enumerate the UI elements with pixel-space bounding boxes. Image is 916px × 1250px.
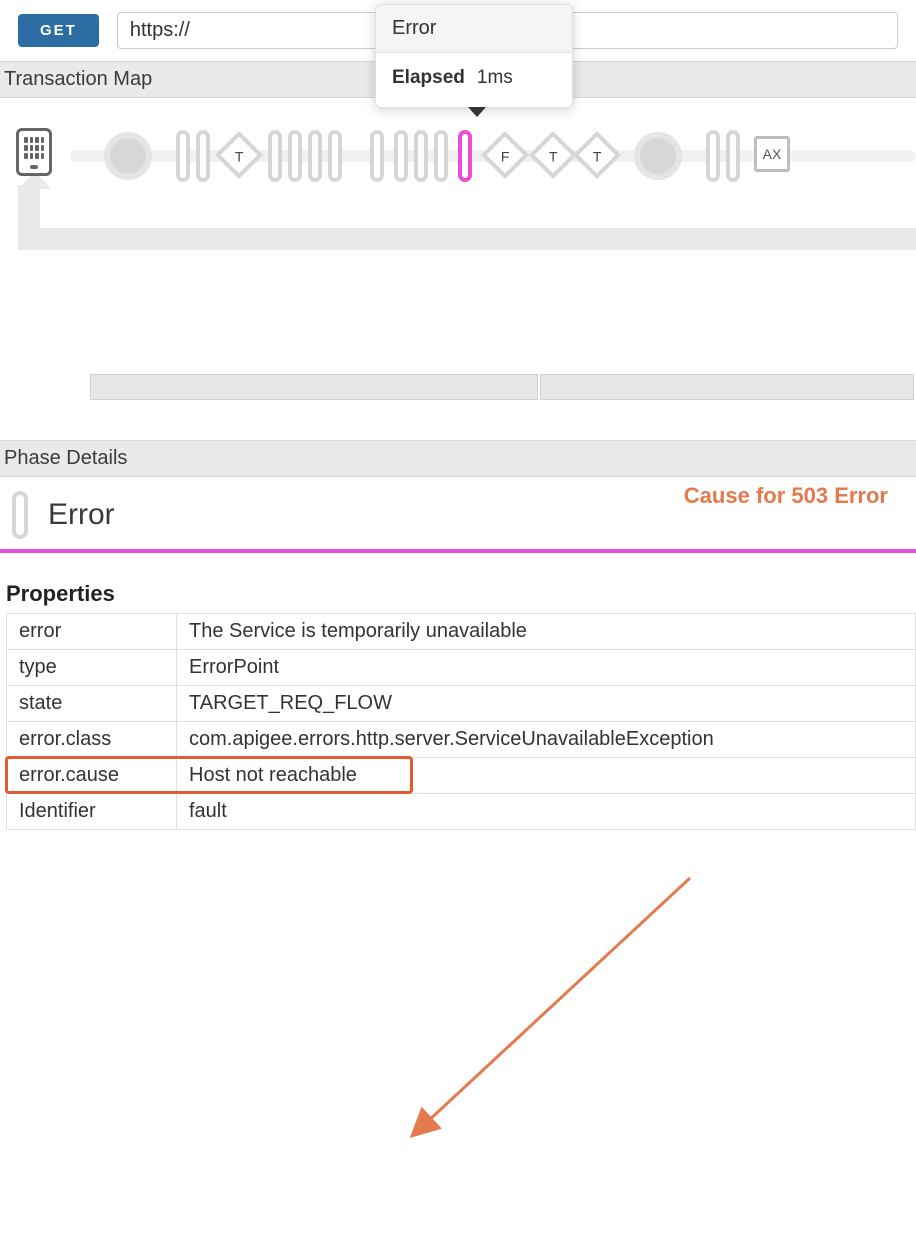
- table-row: errorThe Service is temporarily unavaila…: [7, 614, 916, 650]
- property-value: TARGET_REQ_FLOW: [177, 686, 916, 722]
- tmap-node-pill[interactable]: [414, 130, 428, 182]
- tmap-node-pill[interactable]: [328, 130, 342, 182]
- tmap-node-pill[interactable]: [288, 130, 302, 182]
- tmap-node-pill-selected[interactable]: [458, 130, 472, 182]
- tmap-return-vertical: [18, 185, 40, 231]
- phase-pill-icon: [12, 491, 28, 539]
- tmap-node-pill[interactable]: [706, 130, 720, 182]
- annotation-label: Cause for 503 Error: [684, 483, 888, 509]
- tooltip-elapsed-label: Elapsed: [392, 67, 465, 88]
- section-phase-details-label: Phase Details: [0, 440, 916, 477]
- annotation-arrow-icon: [0, 830, 916, 1250]
- client-device-icon: [16, 128, 52, 176]
- tmap-node-pill[interactable]: [394, 130, 408, 182]
- property-value: com.apigee.errors.http.server.ServiceUna…: [177, 722, 916, 758]
- tmap-node-circle[interactable]: [104, 130, 152, 180]
- table-row: typeErrorPoint: [7, 650, 916, 686]
- phase-title-row: Error Cause for 503 Error: [0, 477, 916, 553]
- property-key: error.class: [7, 722, 177, 758]
- tmap-return-path: [18, 228, 916, 250]
- tmap-node-pill[interactable]: [370, 130, 384, 182]
- tooltip-arrow-icon: [468, 107, 486, 117]
- property-key: state: [7, 686, 177, 722]
- tmap-node-diamond[interactable]: F: [488, 130, 522, 172]
- tmap-node-pill[interactable]: [176, 130, 190, 182]
- tooltip-body: Elapsed 1ms: [376, 53, 572, 107]
- property-key: error: [7, 614, 177, 650]
- table-row: stateTARGET_REQ_FLOW: [7, 686, 916, 722]
- error-tooltip: Error Elapsed 1ms: [375, 4, 573, 108]
- tmap-node-square[interactable]: AX: [754, 130, 790, 172]
- property-value: ErrorPoint: [177, 650, 916, 686]
- table-row: Identifierfault: [7, 794, 916, 830]
- properties-heading: Properties: [6, 581, 916, 607]
- property-value: Host not reachable: [177, 758, 916, 794]
- tmap-node-pill[interactable]: [268, 130, 282, 182]
- property-value: The Service is temporarily unavailable: [177, 614, 916, 650]
- tmap-node-circle[interactable]: [634, 130, 682, 180]
- http-method-button[interactable]: GET: [18, 14, 99, 47]
- properties-section: Properties errorThe Service is temporari…: [0, 553, 916, 830]
- tmap-node-pill[interactable]: [726, 130, 740, 182]
- tmap-node-pill[interactable]: [308, 130, 322, 182]
- property-key: Identifier: [7, 794, 177, 830]
- tmap-node-diamond[interactable]: T: [580, 130, 614, 172]
- tooltip-title: Error: [376, 5, 572, 53]
- tooltip-elapsed-value: 1ms: [477, 67, 513, 88]
- properties-table: errorThe Service is temporarily unavaila…: [6, 613, 916, 830]
- tmap-node-pill[interactable]: [434, 130, 448, 182]
- table-row: error.classcom.apigee.errors.http.server…: [7, 722, 916, 758]
- property-key: type: [7, 650, 177, 686]
- tmap-node-pill[interactable]: [196, 130, 210, 182]
- property-key: error.cause: [7, 758, 177, 794]
- property-value: fault: [177, 794, 916, 830]
- table-row: error.causeHost not reachable: [7, 758, 916, 794]
- tmap-node-diamond[interactable]: T: [536, 130, 570, 172]
- tmap-tab[interactable]: [90, 374, 538, 400]
- transaction-map: T F T T AX: [0, 98, 916, 400]
- phase-title: Error: [48, 498, 115, 532]
- tmap-tab[interactable]: [540, 374, 914, 400]
- tmap-tabs: [90, 374, 916, 400]
- tmap-node-diamond[interactable]: T: [222, 130, 256, 172]
